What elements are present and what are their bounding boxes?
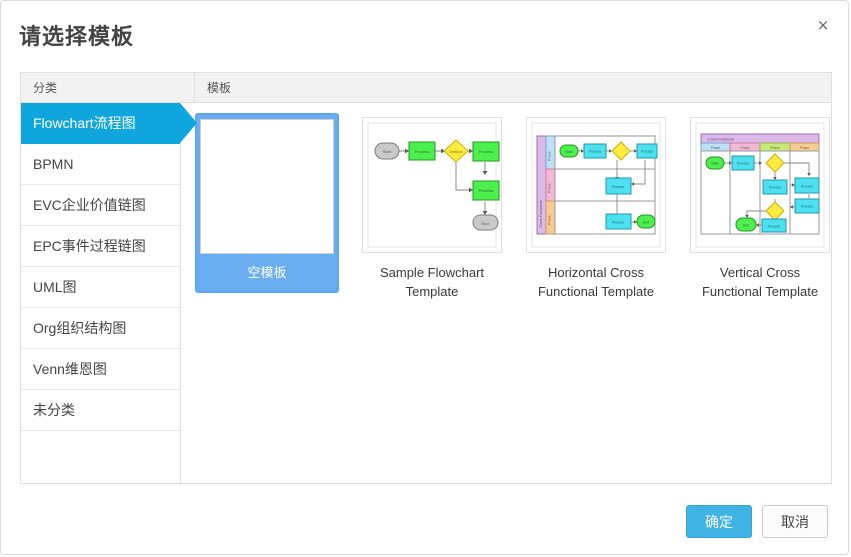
sidebar-item-uncategorized[interactable]: 未分类 (21, 390, 180, 431)
cancel-button[interactable]: 取消 (762, 505, 828, 538)
template-label: Horizontal Cross Functional Template (537, 265, 655, 299)
svg-text:End: End (481, 221, 488, 226)
sidebar-item-label: EVC企业价值链图 (33, 197, 146, 213)
sidebar-empty-row (21, 431, 180, 472)
svg-text:Process: Process (479, 188, 493, 193)
template-table: 分类 模板 Flowchart流程图 BPMN EVC企业价值链图 EPC事件过… (20, 72, 832, 484)
template-thumbnail-sample-flowchart: Start Process Decision Process Process E… (362, 117, 502, 253)
template-thumbnail-blank (200, 119, 334, 254)
dialog-footer: 确定 取消 (686, 505, 828, 538)
svg-text:End: End (643, 221, 649, 225)
sidebar-item-venn[interactable]: Venn维恩图 (21, 349, 180, 390)
svg-text:Process: Process (589, 150, 602, 154)
svg-text:Process: Process (801, 185, 813, 189)
column-header-category: 分类 (21, 73, 195, 102)
vertical-swimlane-preview-icon: Cross Functional Phase Phase Phase Phase (695, 122, 825, 248)
svg-text:Cross Functional: Cross Functional (539, 200, 543, 227)
svg-text:Cross Functional: Cross Functional (707, 138, 734, 142)
svg-text:Process: Process (415, 149, 429, 154)
sidebar-item-evc[interactable]: EVC企业价值链图 (21, 185, 180, 226)
template-thumbnail-vertical-swimlane: Cross Functional Phase Phase Phase Phase (690, 117, 830, 253)
svg-text:Process: Process (801, 205, 813, 209)
sidebar-item-flowchart[interactable]: Flowchart流程图 (21, 103, 197, 144)
template-card-vertical-swimlane[interactable]: Cross Functional Phase Phase Phase Phase (689, 117, 831, 484)
sidebar-item-uml[interactable]: UML图 (21, 267, 180, 308)
sidebar-item-label: EPC事件过程链图 (33, 238, 146, 254)
sidebar-item-epc[interactable]: EPC事件过程链图 (21, 226, 180, 267)
template-list: 空模板 Start Process Decision Process Proce… (181, 103, 831, 484)
template-label: Sample Flowchart Template (379, 265, 485, 299)
svg-text:Start: Start (383, 149, 392, 154)
svg-text:Process: Process (737, 162, 749, 166)
svg-text:Phase: Phase (548, 183, 552, 193)
sidebar-item-bpmn[interactable]: BPMN (21, 144, 180, 185)
svg-text:Phase: Phase (548, 151, 552, 161)
sidebar-item-label: Venn维恩图 (33, 361, 107, 377)
page-title: 请选择模板 (19, 24, 135, 49)
template-card-sample-flowchart[interactable]: Start Process Decision Process Process E… (361, 117, 503, 484)
table-header-row: 分类 模板 (21, 73, 831, 103)
svg-text:Start: Start (712, 162, 719, 166)
svg-text:End: End (743, 224, 749, 228)
template-label: Vertical Cross Functional Template (701, 265, 819, 299)
template-thumbnail-horizontal-swimlane: Cross Functional Phase Phase Phase Start… (526, 117, 666, 253)
svg-text:Start: Start (565, 150, 572, 154)
category-sidebar: Flowchart流程图 BPMN EVC企业价值链图 EPC事件过程链图 UM… (21, 103, 197, 484)
sidebar-item-label: Flowchart流程图 (33, 115, 136, 131)
close-icon[interactable]: × (810, 12, 836, 38)
template-label: 空模板 (247, 265, 287, 280)
template-chooser-dialog: 请选择模板 × 分类 模板 Flowchart流程图 BPMN EVC企业价值链… (0, 0, 849, 555)
sidebar-item-label: 未分类 (33, 402, 75, 418)
table-body: Flowchart流程图 BPMN EVC企业价值链图 EPC事件过程链图 UM… (21, 103, 831, 484)
svg-text:Phase: Phase (548, 215, 552, 225)
flowchart-preview-icon: Start Process Decision Process Process E… (367, 122, 500, 248)
template-card-blank[interactable]: 空模板 (195, 113, 339, 484)
template-card-horizontal-swimlane[interactable]: Cross Functional Phase Phase Phase Start… (525, 117, 667, 484)
svg-text:Process: Process (612, 221, 625, 225)
svg-text:Process: Process (769, 186, 781, 190)
column-header-template: 模板 (207, 81, 232, 95)
svg-text:Decision: Decision (449, 150, 462, 154)
svg-text:Phase: Phase (740, 146, 750, 150)
svg-text:Process: Process (641, 150, 654, 154)
horizontal-swimlane-preview-icon: Cross Functional Phase Phase Phase Start… (531, 122, 661, 248)
template-selection-highlight: 空模板 (195, 113, 339, 293)
svg-text:Phase: Phase (770, 146, 780, 150)
svg-text:Process: Process (479, 149, 493, 154)
sidebar-item-label: UML图 (33, 279, 77, 295)
svg-text:Phase: Phase (711, 146, 721, 150)
sidebar-item-org[interactable]: Org组织结构图 (21, 308, 180, 349)
svg-text:Phase: Phase (800, 146, 810, 150)
svg-text:Process: Process (612, 185, 625, 189)
sidebar-item-label: Org组织结构图 (33, 320, 127, 336)
svg-text:Process: Process (768, 225, 780, 229)
sidebar-item-label: BPMN (33, 156, 74, 172)
ok-button[interactable]: 确定 (686, 505, 752, 538)
